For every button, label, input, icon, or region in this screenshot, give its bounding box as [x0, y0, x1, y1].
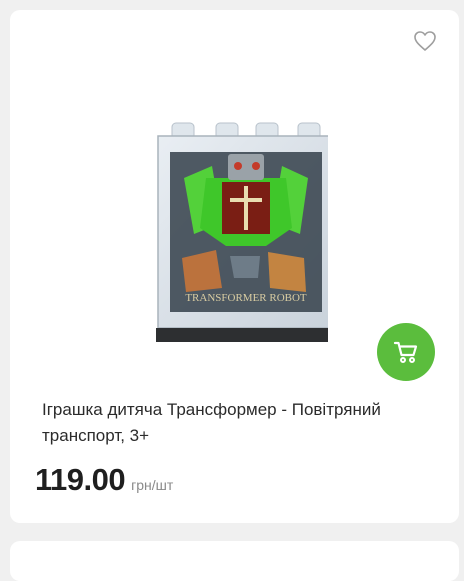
toy-transformer-box-image: TRANSFORMER ROBOT [156, 122, 336, 342]
product-title[interactable]: Іграшка дитяча Трансформер - Повітряний … [42, 397, 442, 449]
next-product-card[interactable] [10, 541, 459, 581]
product-card[interactable]: TRANSFORMER ROBOT Іграшка дитяча Трансфо… [10, 10, 459, 523]
heart-outline-icon [414, 31, 436, 51]
price-row: 119.00 грн/шт [35, 462, 173, 498]
price-unit: грн/шт [131, 477, 174, 493]
shopping-cart-icon [393, 341, 418, 363]
favorite-button[interactable] [413, 30, 437, 52]
add-to-cart-button[interactable] [377, 323, 435, 381]
package-label: TRANSFORMER ROBOT [185, 292, 307, 304]
product-price: 119.00 [35, 462, 126, 497]
product-image[interactable]: TRANSFORMER ROBOT [142, 118, 336, 344]
